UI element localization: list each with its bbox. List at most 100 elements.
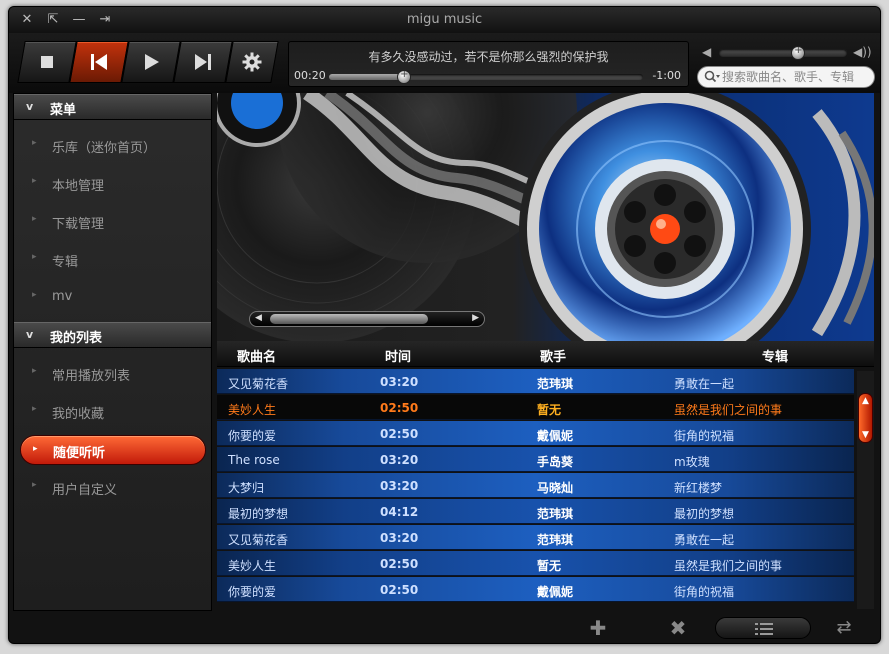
- chevron-down-icon: v: [26, 328, 34, 341]
- player-toolbar: 有多久没感动过，若不是你那么强烈的保护我 00:20 -1:00 ◀ ◀)): [9, 33, 880, 93]
- cell-time: 04:12: [380, 505, 419, 519]
- cell-artist: 范玮琪: [537, 533, 574, 547]
- stop-icon: [41, 56, 53, 68]
- list-view-button[interactable]: [715, 617, 811, 639]
- previous-button[interactable]: [69, 41, 129, 83]
- sidebar-item-label: 用户自定义: [52, 483, 118, 498]
- title-bar: ✕ ⇱ — ⇥ migu music: [9, 7, 880, 33]
- scroll-right-icon[interactable]: ▶: [472, 313, 479, 323]
- progress-knob[interactable]: [397, 69, 412, 84]
- sidebar-item-albums[interactable]: ▸ 专辑: [14, 240, 211, 278]
- cell-title: 美妙人生: [228, 403, 277, 417]
- cell-time: 02:50: [380, 583, 419, 597]
- table-row[interactable]: 你要的爱 02:50 戴佩妮 街角的祝福: [217, 421, 854, 446]
- cell-title: 美妙人生: [228, 559, 277, 573]
- column-title[interactable]: 歌曲名: [237, 346, 276, 365]
- cell-time: 03:20: [380, 531, 419, 545]
- sidebar-item-favorites[interactable]: ▸ 我的收藏: [14, 392, 211, 430]
- table-row[interactable]: 又见菊花香 03:20 范玮琪 勇敢在一起: [217, 525, 854, 550]
- sidebar-item-label: 常用播放列表: [52, 369, 131, 384]
- repeat-icon[interactable]: ⇄: [831, 617, 857, 639]
- volume-high-icon[interactable]: ◀)): [853, 45, 872, 59]
- previous-icon: [91, 54, 107, 70]
- window-title: migu music: [406, 12, 483, 27]
- volume-knob[interactable]: [791, 45, 806, 60]
- delete-icon[interactable]: ✖: [665, 617, 691, 639]
- menu-header-label: 菜单: [50, 103, 77, 118]
- add-icon[interactable]: ✚: [585, 617, 611, 639]
- cell-time: 02:50: [380, 401, 419, 415]
- cell-artist: 范玮琪: [537, 377, 574, 391]
- table-row[interactable]: 最初的梦想 04:12 范玮琪 最初的梦想: [217, 499, 854, 524]
- artwork-scrollbar[interactable]: ◀ ▶: [249, 311, 485, 327]
- menu-section-header[interactable]: v 菜单: [14, 94, 211, 120]
- now-playing-panel: 有多久没感动过，若不是你那么强烈的保护我 00:20 -1:00: [288, 41, 689, 87]
- cell-album: 勇敢在一起: [674, 533, 735, 547]
- sidebar-item-downloads[interactable]: ▸ 下载管理: [14, 202, 211, 240]
- table-row[interactable]: 你要的爱 02:50 戴佩妮 街角的祝福: [217, 577, 854, 602]
- column-album[interactable]: 专辑: [762, 346, 788, 365]
- cell-title: The rose: [228, 453, 280, 467]
- my-lists-section-header[interactable]: v 我的列表: [14, 322, 211, 348]
- sidebar-item-library[interactable]: ▸ 乐库（迷你首页）: [14, 126, 211, 164]
- list-icon: [755, 623, 773, 635]
- cell-album: 街角的祝福: [674, 429, 735, 443]
- cell-artist: 暂无: [537, 403, 562, 417]
- song-table-header: 歌曲名 时间 歌手 专辑: [217, 341, 874, 367]
- sidebar: v 菜单 ▸ 乐库（迷你首页） ▸ 本地管理 ▸ 下载管理 ▸ 专辑 ▸ mv …: [13, 93, 212, 611]
- cell-time: 03:20: [380, 375, 419, 389]
- bullet-arrow-icon: ▸: [32, 176, 37, 186]
- volume-slider[interactable]: [719, 45, 847, 60]
- settings-button[interactable]: [225, 41, 279, 83]
- column-artist[interactable]: 歌手: [540, 346, 566, 365]
- scroll-left-icon[interactable]: ◀: [255, 313, 262, 323]
- cell-album: 勇敢在一起: [674, 377, 735, 391]
- remaining-time: -1:00: [652, 69, 681, 82]
- table-row[interactable]: 又见菊花香 03:20 范玮琪 勇敢在一起: [217, 369, 854, 394]
- sidebar-item-label: 下载管理: [52, 217, 105, 232]
- my-lists-header-label: 我的列表: [50, 331, 103, 346]
- cell-title: 你要的爱: [228, 585, 277, 599]
- cell-artist: 马晓灿: [537, 481, 574, 495]
- sidebar-item-label: 乐库（迷你首页）: [52, 141, 157, 156]
- play-button[interactable]: [121, 41, 181, 83]
- sidebar-item-local[interactable]: ▸ 本地管理: [14, 164, 211, 202]
- table-row[interactable]: 美妙人生 02:50 暂无 虽然是我们之间的事: [217, 395, 854, 420]
- bullet-arrow-icon: ▸: [32, 366, 37, 376]
- now-playing-lyric: 有多久没感动过，若不是你那么强烈的保护我: [368, 50, 609, 64]
- player-window: ✕ ⇱ — ⇥ migu music 有多久没感动过，若不是你那么强烈的保护我 …: [8, 6, 881, 644]
- current-time: 00:20: [294, 69, 326, 82]
- table-row[interactable]: The rose 03:20 手岛葵 m玫瑰: [217, 447, 854, 472]
- search-input[interactable]: [722, 69, 870, 85]
- sidebar-item-custom[interactable]: ▸ 用户自定义: [14, 468, 211, 506]
- column-time[interactable]: 时间: [385, 346, 411, 365]
- table-row[interactable]: 大梦归 03:20 马晓灿 新红楼梦: [217, 473, 854, 498]
- sidebar-item-label: 本地管理: [52, 179, 105, 194]
- scroll-thumb[interactable]: [270, 314, 428, 324]
- sidebar-item-common-playlist[interactable]: ▸ 常用播放列表: [14, 354, 211, 392]
- sidebar-item-mv[interactable]: ▸ mv: [14, 278, 211, 316]
- bullet-arrow-icon: ▸: [32, 480, 37, 490]
- cell-artist: 暂无: [537, 559, 562, 573]
- cell-time: 02:50: [380, 427, 419, 441]
- cell-title: 你要的爱: [228, 429, 277, 443]
- stop-button[interactable]: [17, 41, 77, 83]
- next-button[interactable]: [173, 41, 233, 83]
- cell-artist: 范玮琪: [537, 507, 574, 521]
- table-row[interactable]: 美妙人生 02:50 暂无 虽然是我们之间的事: [217, 551, 854, 576]
- chevron-down-icon: ▼: [862, 430, 869, 440]
- bottom-bar: ✚ ✖ ⇄: [9, 611, 880, 643]
- cell-album: 街角的祝福: [674, 585, 735, 599]
- sidebar-item-random-listen[interactable]: ▸ 随便听听: [20, 435, 206, 465]
- scroll-thumb[interactable]: ▲ ▼: [858, 393, 873, 443]
- bullet-arrow-icon: ▸: [32, 214, 37, 224]
- bullet-arrow-icon: ▸: [32, 404, 37, 414]
- cell-time: 03:20: [380, 453, 419, 467]
- song-list-scrollbar[interactable]: ▲ ▼: [857, 371, 874, 609]
- search-box[interactable]: [697, 66, 875, 88]
- cell-title: 又见菊花香: [228, 533, 289, 547]
- chevron-down-icon: v: [26, 100, 34, 113]
- progress-slider[interactable]: [329, 69, 643, 84]
- volume-low-icon[interactable]: ◀: [702, 45, 711, 59]
- cell-album: m玫瑰: [674, 455, 710, 469]
